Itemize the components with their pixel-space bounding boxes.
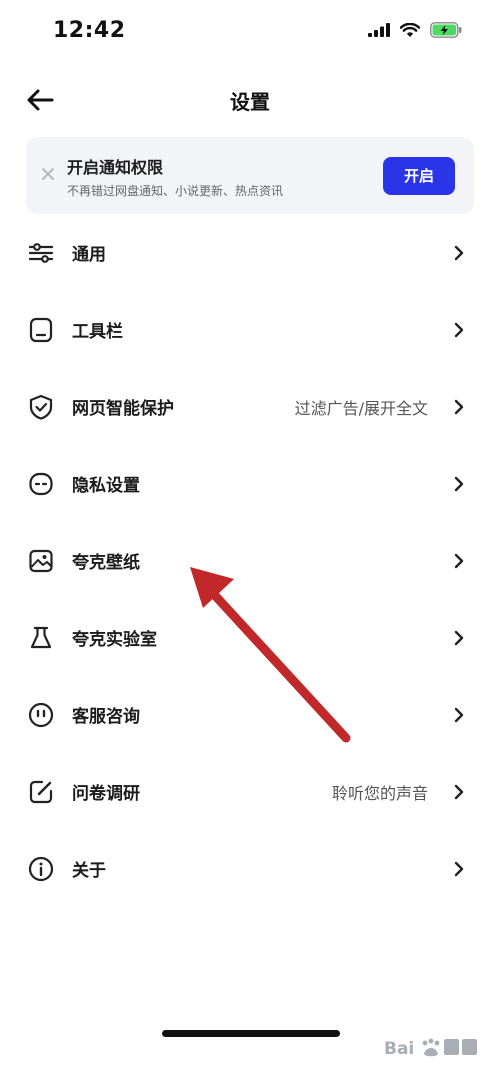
menu-item-survey[interactable]: 问卷调研 聆听您的声音 (0, 753, 500, 830)
notice-subtitle: 不再错过网盘通知、小说更新、热点资讯 (67, 184, 284, 198)
menu-item-support[interactable]: 客服咨询 (0, 676, 500, 753)
menu-label: 关于 (72, 861, 106, 881)
chevron-right-icon (454, 553, 464, 569)
chevron-right-icon (454, 707, 464, 723)
notification-banner: 开启通知权限 不再错过网盘通知、小说更新、热点资讯 开启 (26, 137, 474, 214)
shield-check-icon (29, 394, 53, 420)
battery-charging-icon (430, 22, 462, 38)
menu-item-toolbar[interactable]: 工具栏 (0, 291, 500, 368)
menu-label: 网页智能保护 (72, 399, 174, 419)
wifi-icon (400, 22, 420, 37)
privacy-face-icon (29, 472, 53, 496)
chevron-right-icon (454, 245, 464, 261)
menu-label: 隐私设置 (72, 476, 140, 496)
enable-notification-button[interactable]: 开启 (383, 157, 455, 195)
menu-item-general[interactable]: 通用 (0, 214, 500, 291)
menu-label: 夸克实验室 (72, 630, 157, 650)
baidu-watermark-logo: Bai (384, 1038, 477, 1059)
settings-menu: 通用 工具栏 网页智能保护 过滤广告/展开全文 隐私设置 夸克壁纸 夸克实验室 … (0, 214, 500, 907)
menu-label: 通用 (72, 245, 106, 265)
chevron-right-icon (454, 399, 464, 415)
menu-value: 过滤广告/展开全文 (294, 399, 428, 418)
menu-item-lab[interactable]: 夸克实验室 (0, 599, 500, 676)
chevron-right-icon (454, 322, 464, 338)
menu-item-wallpaper[interactable]: 夸克壁纸 (0, 522, 500, 599)
menu-label: 工具栏 (72, 322, 123, 342)
menu-label: 夸克壁纸 (72, 553, 140, 573)
sliders-icon (28, 243, 54, 263)
support-face-icon (28, 702, 54, 728)
menu-value: 聆听您的声音 (331, 784, 428, 803)
status-bar: 12:42 (0, 0, 500, 66)
svg-text:Bai: Bai (384, 1039, 414, 1059)
menu-item-privacy[interactable]: 隐私设置 (0, 445, 500, 522)
chevron-right-icon (454, 861, 464, 877)
page-title: 设置 (230, 90, 270, 114)
menu-label: 客服咨询 (72, 707, 140, 727)
chevron-right-icon (454, 630, 464, 646)
menu-item-web-protection[interactable]: 网页智能保护 过滤广告/展开全文 (0, 368, 500, 445)
lab-flask-icon (30, 626, 52, 649)
chevron-right-icon (454, 476, 464, 492)
status-time: 12:42 (53, 18, 126, 43)
home-indicator (162, 1030, 340, 1037)
menu-item-about[interactable]: 关于 (0, 830, 500, 907)
chevron-right-icon (454, 784, 464, 800)
wallpaper-image-icon (29, 549, 53, 573)
toolbar-icon (29, 317, 53, 343)
signal-icon (368, 23, 390, 37)
menu-label: 问卷调研 (72, 784, 140, 804)
notice-title: 开启通知权限 (67, 158, 164, 177)
info-icon (28, 856, 54, 882)
survey-edit-icon (29, 780, 53, 804)
close-icon[interactable] (40, 166, 56, 182)
nav-bar: 设置 (0, 72, 500, 128)
status-icons (368, 22, 462, 38)
